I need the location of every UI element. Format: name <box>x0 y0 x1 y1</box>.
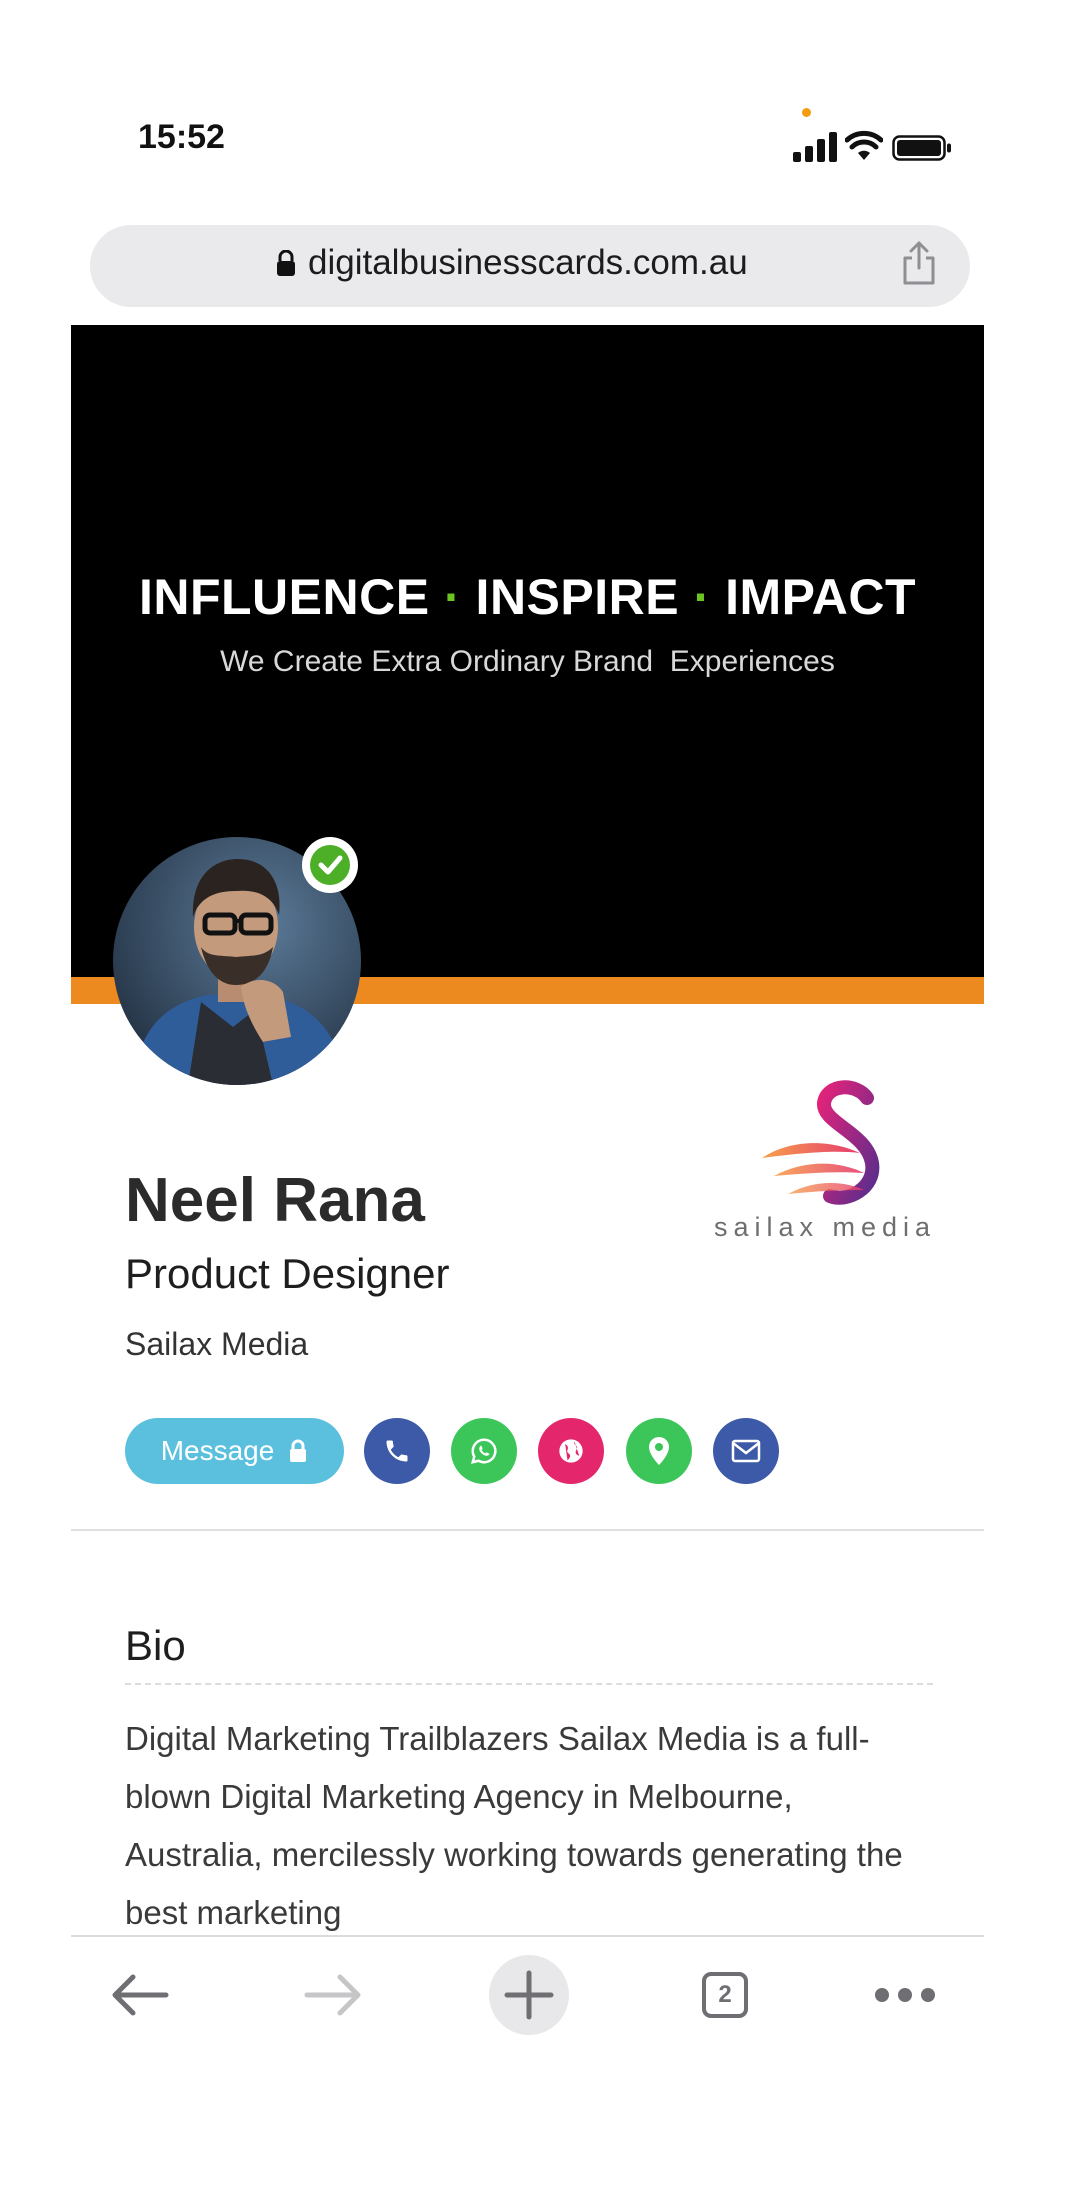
toolbar-divider <box>71 1935 984 1937</box>
tabs-icon: 2 <box>702 1972 748 2018</box>
more-icon <box>875 1988 935 2002</box>
tab-count: 2 <box>718 1981 732 2008</box>
forward-button[interactable] <box>293 1955 373 2035</box>
bio-dashed-rule <box>125 1683 933 1685</box>
plus-icon <box>504 1970 554 2020</box>
bio-heading: Bio <box>125 1622 186 1669</box>
tabs-button[interactable]: 2 <box>685 1955 765 2035</box>
bio-scroll-area: Bio Digital Marketing Trailblazers Saila… <box>0 0 1073 1935</box>
more-button[interactable] <box>865 1955 945 2035</box>
back-button[interactable] <box>100 1955 180 2035</box>
back-arrow-icon <box>112 1974 169 2016</box>
new-tab-button[interactable] <box>489 1955 569 2035</box>
forward-arrow-icon <box>304 1974 361 2016</box>
bio-text: Digital Marketing Trailblazers Sailax Me… <box>125 1720 903 1931</box>
